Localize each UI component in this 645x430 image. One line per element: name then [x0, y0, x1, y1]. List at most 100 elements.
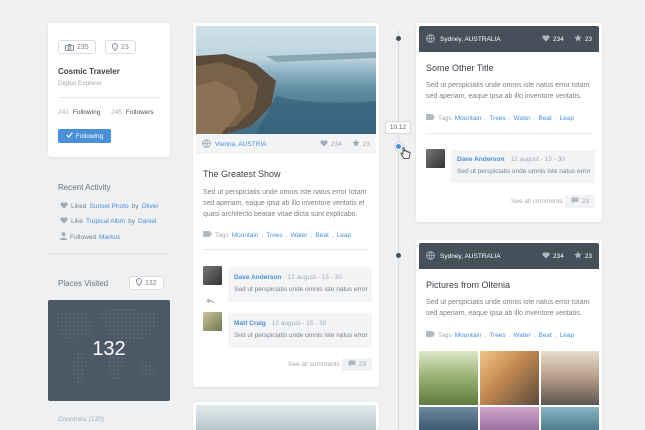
tag-link[interactable]: Beat [538, 115, 551, 122]
tag-link[interactable]: Mountain [455, 332, 482, 339]
comment-author[interactable]: Dave Anderson [234, 274, 281, 281]
avatar[interactable] [426, 149, 445, 168]
activity-verb: Like [71, 218, 83, 225]
countries-label: Countries [58, 416, 86, 423]
following-stat[interactable]: 241 Following [58, 109, 100, 116]
post-tags: Tags Mountain, Trees, Water, Beat, Leap [426, 114, 574, 122]
timeline-line [398, 30, 399, 430]
likes-stat[interactable]: 234 [542, 34, 564, 44]
see-all-comments-link[interactable]: See all comments [288, 361, 340, 368]
comment-author[interactable]: Matt Craig [234, 320, 266, 327]
speech-bubble-icon [348, 360, 356, 369]
comment-count-button[interactable]: 23 [565, 195, 595, 208]
tag-link[interactable]: Mountain [455, 115, 482, 122]
tag-icon [426, 331, 435, 339]
likes-count: 234 [552, 252, 564, 260]
followers-stat[interactable]: 245 Followers [111, 109, 154, 116]
tag-link[interactable]: Leap [337, 232, 351, 239]
post-title[interactable]: Some Other Title [426, 63, 494, 73]
divider [58, 97, 160, 98]
activity-object-link[interactable]: Sunset Photo [90, 203, 129, 210]
likes-stat[interactable]: 234 [542, 251, 564, 261]
post-body: Sed ut perspiciatis unde omnis iste natu… [203, 189, 367, 218]
photo-thumbnail[interactable] [480, 407, 539, 430]
reply-icon[interactable] [206, 291, 215, 309]
check-icon [66, 132, 73, 140]
followers-count: 245 [111, 109, 122, 116]
post-location[interactable]: Sydney, AUSTRALIA [440, 36, 501, 43]
activity-user-link[interactable]: Oliver [141, 203, 158, 210]
activity-by: by [128, 218, 135, 225]
see-all-comments-link[interactable]: See all comments [511, 198, 563, 205]
post-location[interactable]: Sydney, AUSTRALIA [440, 253, 501, 260]
tag-link[interactable]: Trees [489, 332, 505, 339]
speech-bubble-icon [571, 197, 579, 206]
tag-icon [426, 114, 435, 122]
stars-stat[interactable]: 23 [351, 139, 370, 149]
comment-count-button[interactable]: 23 [342, 358, 372, 371]
avatar[interactable] [203, 266, 222, 285]
photo-thumbnail[interactable] [541, 407, 599, 430]
places-count-badge[interactable]: 132 [129, 276, 164, 290]
comment-header: Dave Anderson 12 august - 15 - 30 [457, 156, 565, 163]
comment-time: 12 august - 15 - 30 [287, 274, 343, 281]
divider [203, 249, 369, 250]
activity-object-link[interactable]: Tropical Albm [86, 218, 125, 225]
photo-thumbnail[interactable] [541, 351, 599, 405]
tag-link[interactable]: Leap [560, 115, 574, 122]
countries-count: (120) [88, 416, 105, 423]
location-pin-icon [112, 43, 118, 51]
tag-link[interactable]: Water [513, 332, 530, 339]
photo-thumbnail[interactable] [419, 351, 478, 405]
comment-author[interactable]: Dave Anderson [457, 156, 504, 163]
activity-user-link[interactable]: Daniel [138, 218, 156, 225]
profile-subtitle: Digital Explorer [58, 80, 103, 87]
star-icon [573, 34, 582, 44]
post-card [193, 402, 379, 430]
activity-user-link[interactable]: Markus [99, 234, 120, 241]
following-label: Following [72, 109, 101, 116]
avatar[interactable] [203, 312, 222, 331]
tag-link[interactable]: Trees [266, 232, 282, 239]
places-visited-title: Places Visited [58, 279, 109, 288]
photos-count: 235 [77, 43, 89, 51]
timeline-date-label: 10.12 [385, 121, 411, 134]
user-icon [60, 232, 67, 242]
comment: Dave Anderson 12 august - 15 - 30 Sed ut… [228, 267, 372, 302]
camera-icon [65, 43, 74, 51]
timeline-dot [396, 253, 401, 258]
likes-count: 234 [552, 35, 564, 43]
following-button[interactable]: Following [58, 129, 111, 143]
tag-link[interactable]: Trees [489, 115, 505, 122]
tag-link[interactable]: Water [290, 232, 307, 239]
heart-icon [60, 217, 68, 226]
tag-link[interactable]: Water [513, 115, 530, 122]
stars-stat[interactable]: 23 [573, 34, 592, 44]
photo-thumbnail[interactable] [419, 407, 478, 430]
tag-link[interactable]: Mountain [232, 232, 259, 239]
places-count-pill[interactable]: 23 [105, 40, 136, 54]
tag-link[interactable]: Beat [538, 332, 551, 339]
activity-item-3: Followed Markus [60, 232, 120, 242]
following-button-label: Following [75, 132, 104, 140]
post-location[interactable]: Vienna, AUSTRIA [215, 141, 267, 148]
photos-count-pill[interactable]: 235 [58, 40, 96, 54]
world-map[interactable]: 132 [48, 300, 170, 401]
post-title[interactable]: The Greatest Show [203, 169, 281, 179]
post-title[interactable]: Pictures from Oltenia [426, 280, 510, 290]
post-image[interactable] [196, 26, 376, 134]
stars-stat[interactable]: 23 [573, 251, 592, 261]
tag-link[interactable]: Leap [560, 332, 574, 339]
followers-label: Followers [125, 109, 154, 116]
likes-count: 234 [330, 140, 342, 148]
photo-thumbnail[interactable] [480, 351, 539, 405]
post-image[interactable] [196, 405, 376, 430]
likes-stat[interactable]: 234 [320, 139, 342, 149]
tags-label: Tags [438, 114, 452, 122]
globe-icon [426, 250, 435, 262]
divider [426, 133, 592, 134]
globe-icon [202, 138, 211, 150]
post-tags: Tags Mountain, Trees, Water, Beat, Leap [426, 331, 574, 339]
tag-link[interactable]: Beat [315, 232, 328, 239]
recent-activity-title: Recent Activity [58, 183, 111, 192]
